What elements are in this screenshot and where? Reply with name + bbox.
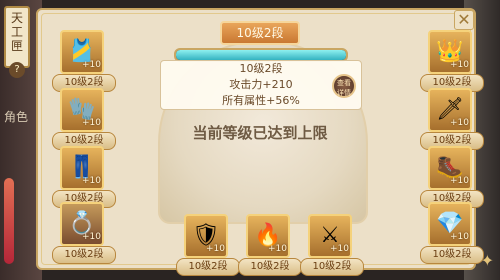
enhance-plus-label: +10 xyxy=(450,176,469,186)
equipment-slot-left-2[interactable]: 🧤 +10 10级2段 xyxy=(52,88,116,150)
enhance-plus-label: +10 xyxy=(206,244,225,254)
equipment-level-badge: 10级2段 xyxy=(52,246,116,264)
close-icon[interactable]: ✕ xyxy=(454,10,474,30)
enhance-plus-label: +10 xyxy=(330,244,349,254)
equipment-level-badge: 10级2段 xyxy=(176,258,240,276)
game-logo: ✦ xyxy=(480,251,494,270)
equipment-level-badge: 10级2段 xyxy=(238,258,302,276)
max-level-message: 当前等级已达到上限 xyxy=(192,124,328,142)
equipment-slot-bottom-2[interactable]: 🔥 +10 10级2段 xyxy=(238,214,302,276)
enhance-plus-label: +10 xyxy=(82,60,101,70)
enhance-plus-label: +10 xyxy=(268,244,287,254)
enhance-plus-label: +10 xyxy=(450,60,469,70)
attack-bonus: 攻击力+210 xyxy=(229,78,293,91)
equipment-slot-left-1[interactable]: 🎽 +10 10级2段 xyxy=(52,30,116,92)
equipment-slot-bottom-3[interactable]: ⚔ +10 10级2段 xyxy=(300,214,364,276)
equipment-level-badge: 10级2段 xyxy=(300,258,364,276)
equipment-slot-left-4[interactable]: 💍 +10 10级2段 xyxy=(52,202,116,264)
equipment-slot-bottom-1[interactable]: 🛡 +10 10级2段 xyxy=(176,214,240,276)
equipment-slot-right-4[interactable]: 💎 +10 10级2段 xyxy=(420,202,484,264)
equipment-slot-left-3[interactable]: 👖 +10 10级2段 xyxy=(52,146,116,208)
equipment-slot-right-1[interactable]: 👑 +10 10级2段 xyxy=(420,30,484,92)
enhance-plus-label: +10 xyxy=(450,232,469,242)
enhance-plus-label: +10 xyxy=(82,232,101,242)
level-title: 10级2段 xyxy=(220,21,300,45)
tiangong-tab-label: 天工匣 xyxy=(10,11,23,53)
view-details-button[interactable]: 查看详情 xyxy=(332,74,356,98)
enhance-plus-label: +10 xyxy=(82,176,101,186)
all-attribute-bonus: 所有属性+56% xyxy=(222,94,300,107)
equipment-slot-right-3[interactable]: 🥾 +10 10级2段 xyxy=(420,146,484,208)
enhance-progress-fill xyxy=(176,50,346,60)
tiangong-tab[interactable]: 天工匣 ? xyxy=(4,6,30,78)
role-tab[interactable]: 角色 xyxy=(4,108,28,125)
decorative-ribbon xyxy=(4,178,14,264)
view-details-label: 查看详情 xyxy=(337,79,351,97)
info-level: 10级2段 xyxy=(239,62,283,75)
enhance-plus-label: +10 xyxy=(82,118,101,128)
enhance-plus-label: +10 xyxy=(450,118,469,128)
equipment-level-badge: 10级2段 xyxy=(420,246,484,264)
equipment-slot-right-2[interactable]: 🗡 +10 10级2段 xyxy=(420,88,484,150)
help-icon[interactable]: ? xyxy=(9,62,25,78)
